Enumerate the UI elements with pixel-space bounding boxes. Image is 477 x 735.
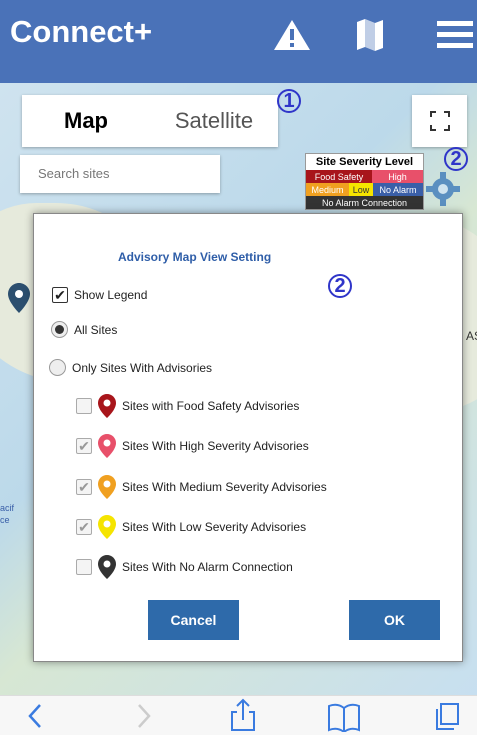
ok-button[interactable]: OK: [349, 600, 440, 640]
share-icon[interactable]: [229, 698, 257, 735]
browser-toolbar: [0, 695, 477, 735]
only-advisories-radio[interactable]: Only Sites With Advisories: [49, 359, 212, 376]
high-severity-pin-icon: [98, 434, 116, 458]
radio-unselected-icon: [49, 359, 66, 376]
checkbox-unchecked-icon: [76, 398, 92, 414]
show-legend-checkbox[interactable]: ✔ Show Legend: [52, 287, 147, 303]
search-input[interactable]: Search sites: [20, 155, 220, 193]
app-title: Connect+: [10, 14, 153, 49]
radio-selected-icon: [51, 321, 68, 338]
fullscreen-icon: [429, 111, 450, 131]
severity-legend: Site Severity Level Food Safety High Med…: [305, 153, 424, 210]
callout-badge: 2: [328, 274, 352, 298]
checkbox-checked-icon: ✔: [76, 479, 92, 495]
medium-severity-checkbox[interactable]: ✔ Sites With Medium Severity Advisories: [76, 475, 327, 499]
fullscreen-button[interactable]: [412, 95, 467, 147]
legend-no-alarm: No Alarm: [373, 183, 423, 196]
food-safety-label: Sites with Food Safety Advisories: [122, 399, 300, 413]
show-legend-label: Show Legend: [74, 288, 148, 302]
all-sites-label: All Sites: [74, 322, 118, 337]
legend-no-alarm-connection: No Alarm Connection: [306, 196, 423, 209]
legend-low: Low: [349, 183, 373, 196]
high-severity-label: Sites With High Severity Advisories: [122, 439, 309, 453]
legend-high: High: [372, 170, 423, 183]
no-alarm-label: Sites With No Alarm Connection: [122, 560, 293, 574]
warning-icon[interactable]: [273, 18, 311, 57]
no-alarm-checkbox[interactable]: Sites With No Alarm Connection: [76, 555, 293, 579]
all-sites-radio[interactable]: All Sites: [51, 321, 117, 338]
legend-title: Site Severity Level: [315, 156, 414, 168]
map-type-toggle: Map Satellite: [22, 95, 278, 147]
low-severity-checkbox[interactable]: ✔ Sites With Low Severity Advisories: [76, 515, 306, 539]
app-header: Connect+: [0, 0, 477, 83]
low-severity-pin-icon: [98, 515, 116, 539]
map-tab[interactable]: Map: [22, 95, 150, 147]
high-severity-checkbox[interactable]: ✔ Sites With High Severity Advisories: [76, 434, 309, 458]
checkbox-checked-icon: ✔: [76, 519, 92, 535]
gear-icon[interactable]: [425, 171, 461, 212]
advisory-settings-dialog: Advisory Map View Setting 2 ✔ Show Legen…: [33, 213, 463, 662]
satellite-tab[interactable]: Satellite: [150, 95, 278, 147]
only-advisories-label: Only Sites With Advisories: [72, 360, 213, 375]
map-label: ce: [0, 515, 10, 525]
callout-badge: 2: [444, 147, 468, 171]
forward-icon[interactable]: [135, 702, 153, 735]
bookmarks-icon[interactable]: [327, 702, 361, 735]
medium-severity-label: Sites With Medium Severity Advisories: [122, 480, 327, 494]
legend-medium: Medium: [306, 183, 349, 196]
checkbox-checked-icon: ✔: [76, 438, 92, 454]
tabs-icon[interactable]: [432, 702, 460, 735]
back-icon[interactable]: [26, 702, 44, 735]
map-icon[interactable]: [355, 18, 385, 57]
dialog-title: Advisory Map View Setting: [118, 250, 272, 264]
food-safety-pin-icon: [98, 394, 116, 418]
cancel-button[interactable]: Cancel: [148, 600, 239, 640]
menu-icon[interactable]: [437, 20, 473, 55]
no-alarm-pin-icon: [98, 555, 116, 579]
low-severity-label: Sites With Low Severity Advisories: [122, 520, 307, 534]
map-pin-icon[interactable]: [8, 283, 30, 318]
checkbox-checked-icon: ✔: [52, 287, 68, 303]
map-label: AS: [466, 329, 477, 343]
food-safety-checkbox[interactable]: Sites with Food Safety Advisories: [76, 394, 299, 418]
callout-badge: 1: [277, 89, 301, 113]
checkbox-unchecked-icon: [76, 559, 92, 575]
legend-food-safety: Food Safety: [306, 170, 372, 183]
map-label: acif: [0, 503, 15, 513]
medium-severity-pin-icon: [98, 475, 116, 499]
